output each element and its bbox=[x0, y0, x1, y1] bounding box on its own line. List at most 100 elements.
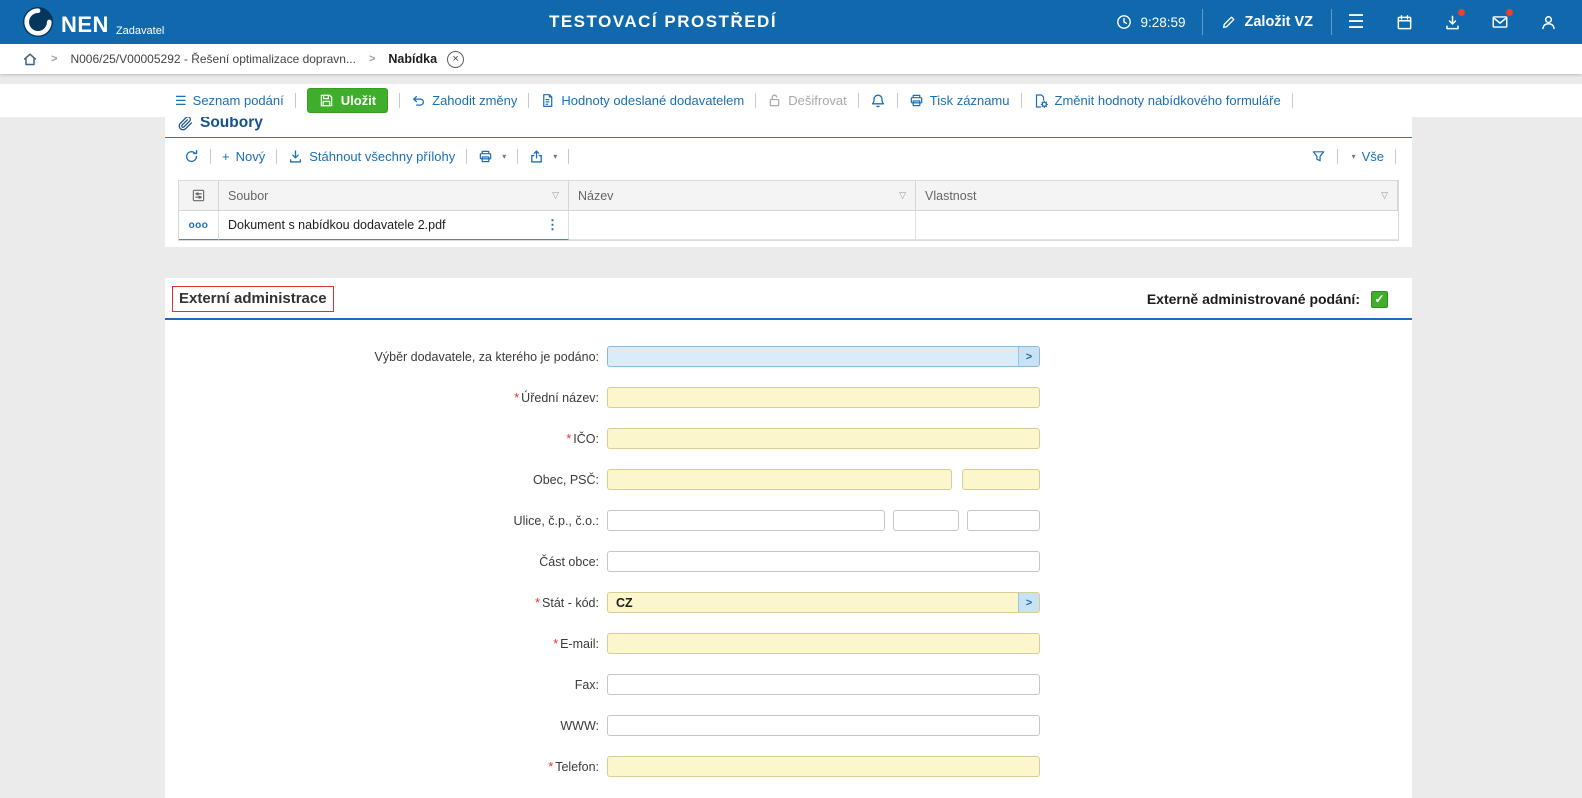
messages-button[interactable] bbox=[1476, 0, 1524, 44]
home-button[interactable] bbox=[22, 51, 38, 67]
column-chooser-button[interactable] bbox=[179, 181, 219, 211]
form-row: Ulice, č.p., č.o.: bbox=[165, 500, 1412, 541]
printer-icon bbox=[478, 149, 493, 164]
view-all-dropdown[interactable]: ▾ Vše bbox=[1342, 149, 1391, 164]
breadcrumb-separator-icon: > bbox=[51, 53, 57, 65]
ulice-input[interactable] bbox=[607, 510, 885, 531]
save-button[interactable]: Uložit bbox=[307, 88, 388, 113]
brand[interactable]: NEN Zadavatel bbox=[22, 6, 164, 38]
discard-changes-label: Zahodit změny bbox=[432, 93, 517, 108]
close-tab-button[interactable]: × bbox=[447, 51, 464, 68]
form-row: *IČO: bbox=[165, 418, 1412, 459]
breadcrumb-separator-icon: > bbox=[369, 53, 375, 65]
file-nazev-cell bbox=[569, 211, 916, 240]
change-form-values-label: Změnit hodnoty nabídkového formuláře bbox=[1055, 93, 1281, 108]
refresh-button[interactable] bbox=[177, 149, 206, 164]
download-all-label: Stáhnout všechny přílohy bbox=[309, 149, 455, 164]
refresh-icon bbox=[184, 149, 199, 164]
co-input[interactable] bbox=[967, 510, 1040, 531]
uredni-nazev-input[interactable] bbox=[607, 387, 1040, 408]
telefon-input[interactable] bbox=[607, 756, 1040, 777]
row-menu-icon[interactable]: ⋮ bbox=[546, 217, 559, 233]
external-admin-toggle: Externě administrované podání: ✓ bbox=[1147, 291, 1388, 308]
picker-chevron-icon[interactable]: > bbox=[1018, 347, 1039, 366]
column-settings-icon bbox=[191, 188, 206, 203]
external-admin-checkbox[interactable]: ✓ bbox=[1371, 291, 1388, 308]
obec-input[interactable] bbox=[607, 469, 952, 490]
menu-button[interactable]: ☰ bbox=[1332, 0, 1380, 44]
save-icon bbox=[319, 93, 334, 108]
filter-button[interactable] bbox=[1304, 149, 1333, 164]
printer-icon bbox=[909, 93, 924, 108]
stat-kod-picker[interactable]: CZ > bbox=[607, 592, 1040, 613]
chevron-down-icon: ▾ bbox=[1352, 152, 1356, 161]
picker-chevron-icon[interactable]: > bbox=[1018, 593, 1039, 612]
required-asterisk: * bbox=[535, 596, 540, 610]
brand-name: NEN bbox=[61, 12, 109, 38]
supplier-values-button[interactable]: Hodnoty odeslané dodavatelem bbox=[533, 93, 751, 108]
downloads-button[interactable] bbox=[1428, 0, 1476, 44]
checkbox-label: Externě administrované podání: bbox=[1147, 291, 1360, 307]
email-input[interactable] bbox=[607, 633, 1040, 654]
new-file-button[interactable]: + Nový bbox=[215, 149, 272, 164]
files-table-header: Soubor ▽ Název ▽ Vlastnost ▽ bbox=[179, 181, 1398, 211]
print-record-button[interactable]: Tisk záznamu bbox=[902, 93, 1017, 108]
plus-icon: + bbox=[222, 149, 230, 164]
file-name-cell: Dokument s nabídkou dodavatele 2.pdf ⋮ bbox=[219, 211, 569, 240]
divider bbox=[1337, 149, 1338, 164]
view-all-label: Vše bbox=[1362, 149, 1384, 164]
fax-input[interactable] bbox=[607, 674, 1040, 695]
calendar-button[interactable] bbox=[1380, 0, 1428, 44]
field-label: *Telefon: bbox=[165, 760, 599, 774]
row-actions-cell: ooo bbox=[179, 211, 219, 240]
seznam-podani-label: Seznam podání bbox=[193, 93, 284, 108]
column-header-soubor[interactable]: Soubor ▽ bbox=[219, 181, 569, 211]
decrypt-button[interactable]: Dešifrovat bbox=[760, 93, 854, 108]
export-menu-button[interactable]: ▾ bbox=[522, 149, 564, 164]
field-label: Obec, PSČ: bbox=[165, 473, 599, 487]
www-input[interactable] bbox=[607, 715, 1040, 736]
breadcrumb-procedure[interactable]: N006/25/V00005292 - Řešení optimalizace … bbox=[70, 52, 356, 66]
filter-caret-icon[interactable]: ▽ bbox=[552, 190, 559, 201]
document-icon bbox=[540, 93, 555, 108]
clock-icon bbox=[1116, 14, 1132, 30]
divider bbox=[755, 93, 756, 108]
divider bbox=[528, 93, 529, 108]
notification-dot bbox=[1458, 9, 1465, 16]
app-header: NEN Zadavatel TESTOVACÍ PROSTŘEDÍ 9:28:5… bbox=[0, 0, 1582, 44]
print-record-label: Tisk záznamu bbox=[930, 93, 1010, 108]
environment-title: TESTOVACÍ PROSTŘEDÍ bbox=[549, 0, 777, 44]
section-title: Externí administrace bbox=[172, 286, 334, 312]
filter-caret-icon[interactable]: ▽ bbox=[899, 190, 906, 201]
required-asterisk: * bbox=[553, 637, 558, 651]
column-label: Vlastnost bbox=[925, 189, 976, 203]
cast-obce-input[interactable] bbox=[607, 551, 1040, 572]
breadcrumb: > N006/25/V00005292 - Řešení optimalizac… bbox=[0, 44, 1582, 74]
file-row[interactable]: ooo Dokument s nabídkou dodavatele 2.pdf… bbox=[179, 211, 1398, 240]
field-label: *E-mail: bbox=[165, 637, 599, 651]
seznam-podani-button[interactable]: ☰ Seznam podání bbox=[168, 93, 291, 109]
download-icon bbox=[1444, 14, 1461, 31]
print-menu-button[interactable]: ▾ bbox=[471, 149, 513, 164]
bell-icon bbox=[870, 93, 886, 109]
divider bbox=[858, 93, 859, 108]
row-actions-icon[interactable]: ooo bbox=[189, 220, 209, 231]
psc-input[interactable] bbox=[962, 469, 1040, 490]
save-label: Uložit bbox=[341, 93, 376, 108]
filter-caret-icon[interactable]: ▽ bbox=[1381, 190, 1388, 201]
download-all-attachments-button[interactable]: Stáhnout všechny přílohy bbox=[281, 149, 462, 164]
divider bbox=[210, 149, 211, 164]
profile-button[interactable] bbox=[1524, 0, 1572, 44]
field-label: Výběr dodavatele, za kterého je podáno: bbox=[165, 350, 599, 364]
notifications-button[interactable] bbox=[863, 93, 893, 109]
column-header-nazev[interactable]: Název ▽ bbox=[569, 181, 916, 211]
column-header-vlastnost[interactable]: Vlastnost ▽ bbox=[916, 181, 1398, 211]
field-label: Fax: bbox=[165, 678, 599, 692]
vyber-dodavatele-picker[interactable]: > bbox=[607, 346, 1040, 367]
cp-input[interactable] bbox=[893, 510, 959, 531]
discard-changes-button[interactable]: Zahodit změny bbox=[404, 93, 524, 108]
change-form-values-button[interactable]: Změnit hodnoty nabídkového formuláře bbox=[1026, 93, 1288, 109]
create-vz-button[interactable]: Založit VZ bbox=[1203, 14, 1331, 30]
ico-input[interactable] bbox=[607, 428, 1040, 449]
paperclip-icon bbox=[178, 116, 193, 131]
